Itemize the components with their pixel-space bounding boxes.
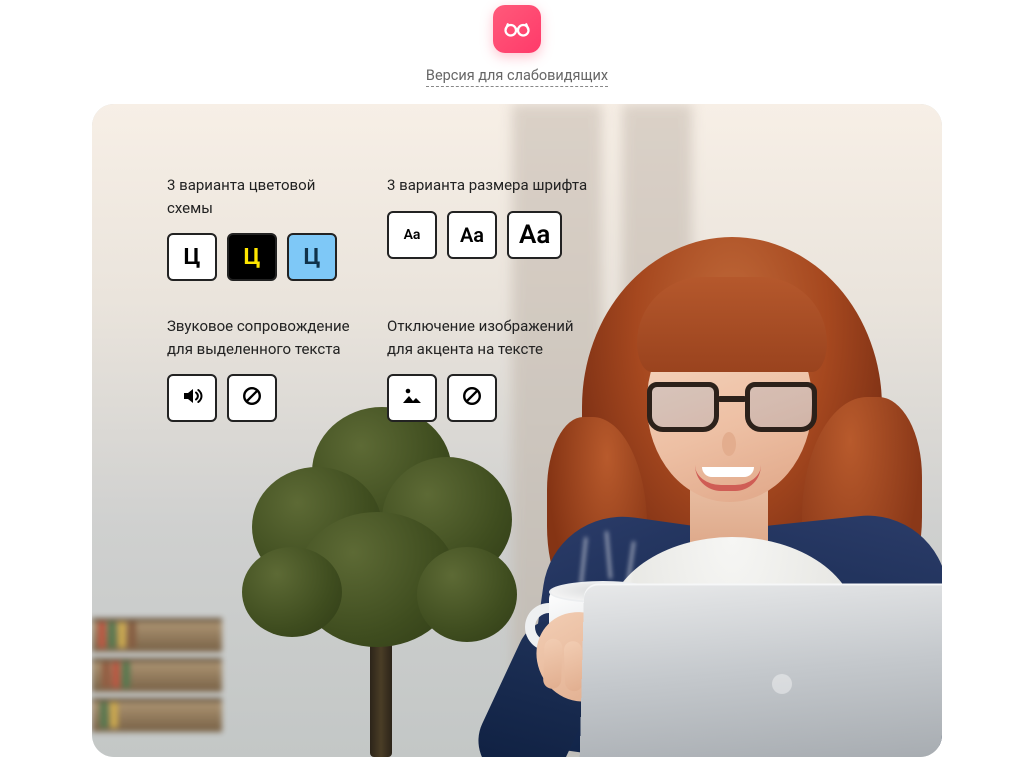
color-scheme-label: 3 варианта цветовой схемы	[167, 174, 357, 219]
accessibility-version-link[interactable]: Версия для слабовидящих	[426, 67, 608, 87]
accessibility-badge-icon	[493, 5, 541, 53]
font-size-option-small[interactable]: Aa	[387, 211, 437, 259]
images-label: Отключение изображений для акцента на те…	[387, 315, 597, 360]
images-off-button[interactable]	[447, 374, 497, 422]
audio-on-button[interactable]	[167, 374, 217, 422]
font-size-option-large[interactable]: Aa	[507, 211, 562, 259]
header: Версия для слабовидящих	[0, 0, 1034, 87]
color-scheme-option-dark[interactable]: Ц	[227, 233, 277, 281]
preview-card: 3 варианта цветовой схемы Ц Ц Ц 3 вариан…	[92, 104, 942, 757]
color-scheme-option-light[interactable]: Ц	[167, 233, 217, 281]
sound-icon	[180, 384, 204, 412]
images-on-button[interactable]	[387, 374, 437, 422]
font-size-option-medium[interactable]: Aa	[447, 211, 497, 259]
accessibility-options-panel: 3 варианта цветовой схемы Ц Ц Ц 3 вариан…	[167, 174, 607, 456]
disable-icon	[461, 385, 483, 411]
disable-icon	[241, 385, 263, 411]
color-scheme-option-blue[interactable]: Ц	[287, 233, 337, 281]
audio-label: Звуковое сопровождение для выделенного т…	[167, 315, 357, 360]
audio-off-button[interactable]	[227, 374, 277, 422]
image-icon	[400, 384, 424, 412]
font-size-label: 3 варианта размера шрифта	[387, 174, 597, 197]
